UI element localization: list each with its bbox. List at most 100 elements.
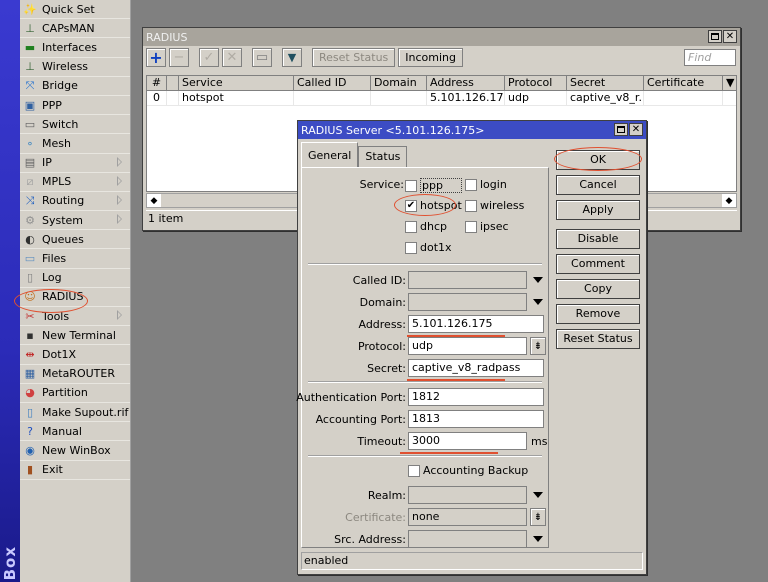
domain-row: Domain: [302,293,548,313]
scroll-left-button[interactable]: ◆ [147,194,161,207]
comment-button[interactable]: ▭ [252,47,272,67]
called-id-dropdown-icon[interactable] [533,277,543,283]
cancel-button[interactable]: Cancel [556,175,640,195]
sidebar-item-quick-set[interactable]: ✨ Quick Set [20,0,130,20]
service-wireless[interactable]: wireless [465,199,524,212]
sidebar-item-exit[interactable]: ▮ Exit [20,461,130,480]
enable-button[interactable]: ✓ [199,47,219,67]
timeout-input[interactable]: 3000 [408,432,527,450]
radius-window-titlebar[interactable]: RADIUS ✕ [143,28,740,46]
sidebar-item-radius[interactable]: ☺ RADIUS [20,288,130,307]
sidebar-item-queues[interactable]: ◐ Queues [20,230,130,250]
sidebar-item-bridge[interactable]: ⤧ Bridge [20,77,130,96]
domain-dropdown-icon[interactable] [533,299,543,305]
find-input[interactable]: Find [684,49,736,66]
dialog-close-button[interactable]: ✕ [629,123,643,136]
remove-button[interactable]: − [169,47,189,67]
column-menu-button[interactable]: ▼ [723,76,736,90]
reset-status-button[interactable]: Reset Status [312,47,396,67]
service-dhcp[interactable]: dhcp [405,220,447,233]
reset-status-button[interactable]: Reset Status [556,329,640,349]
sidebar-item-capsman[interactable]: ⊥ CAPsMAN [20,19,130,39]
called-id-input[interactable] [408,271,527,289]
cell-flags [167,91,179,105]
apply-button[interactable]: Apply [556,200,640,220]
dialog-maximize-button[interactable] [614,123,628,136]
ppp-checkbox[interactable] [405,179,417,192]
column-header-service[interactable]: Service [179,76,294,90]
realm-input[interactable] [408,486,527,504]
sidebar-item-routing[interactable]: ⤨ Routing [20,192,130,212]
sidebar-item-mpls[interactable]: ⧄ MPLS [20,173,130,192]
src-address-dropdown-icon[interactable] [533,536,543,542]
dialog-titlebar[interactable]: RADIUS Server <5.101.126.175> ✕ [298,121,646,139]
sidebar-item-ip[interactable]: ▤ IP [20,154,130,173]
column-header-called-id[interactable]: Called ID [294,76,371,90]
sidebar-item-new-winbox[interactable]: ◉ New WinBox [20,441,130,461]
sidebar-item-system[interactable]: ⚙ System [20,211,130,231]
ipsec-checkbox[interactable] [465,220,477,233]
maximize-button[interactable] [708,30,722,43]
column-header-number[interactable]: # [147,76,167,90]
wireless-checkbox[interactable] [465,199,477,212]
dot1x-checkbox[interactable] [405,241,417,254]
log-icon: ▯ [26,271,34,285]
sidebar-item-label: New Terminal [42,328,116,342]
service-dot1x[interactable]: dot1x [405,241,452,254]
column-header-address[interactable]: Address [427,76,505,90]
secret-input[interactable]: captive_v8_radpass [408,359,544,377]
disable-button[interactable]: ✕ [222,47,242,67]
acct-port-input[interactable]: 1813 [408,410,544,428]
address-input[interactable]: 5.101.126.175 [408,315,544,333]
sidebar-item-dot1x[interactable]: ⇹ Dot1X [20,345,130,365]
sidebar-item-interfaces[interactable]: ▬ Interfaces [20,38,130,58]
column-header-domain[interactable]: Domain [371,76,427,90]
login-checkbox[interactable] [465,178,477,191]
add-button[interactable]: + [146,47,166,67]
dhcp-checkbox[interactable] [405,220,417,233]
sidebar-item-tools[interactable]: ✂ Tools [20,307,130,327]
accounting-backup-option[interactable]: Accounting Backup [408,464,528,477]
sidebar-item-wireless[interactable]: ⊥ Wireless [20,58,130,77]
sidebar-item-switch[interactable]: ▭ Switch [20,115,130,135]
sidebar-item-files[interactable]: ▭ Files [20,249,130,269]
realm-dropdown-icon[interactable] [533,492,543,498]
protocol-dropdown-button[interactable]: ⇟ [530,337,546,355]
auth-port-input[interactable]: 1812 [408,388,544,406]
scroll-right-button[interactable]: ◆ [722,194,736,207]
filter-button[interactable]: ▼ [282,47,302,67]
sidebar-item-manual[interactable]: ? Manual [20,422,130,442]
secret-label: Secret: [367,362,406,375]
protocol-select[interactable]: udp [408,337,527,355]
sidebar-item-make-supout-rif[interactable]: ▯ Make Supout.rif [20,403,130,423]
certificate-select[interactable]: none [408,508,527,526]
tab-status[interactable]: Status [358,146,408,168]
accounting-backup-checkbox[interactable] [408,464,420,477]
copy-button[interactable]: Copy [556,279,640,299]
sidebar-item-partition[interactable]: ◕ Partition [20,384,130,403]
service-ipsec[interactable]: ipsec [465,220,509,233]
table-row[interactable]: 0 hotspot 5.101.126.175 udp captive_v8_r… [147,91,736,106]
sidebar-item-log[interactable]: ▯ Log [20,269,130,288]
service-ppp[interactable]: ppp [405,178,462,193]
column-header-flags[interactable] [167,76,179,90]
service-login[interactable]: login [465,178,507,191]
close-button[interactable]: ✕ [723,30,737,43]
sidebar-item-metarouter[interactable]: ▦ MetaROUTER [20,365,130,384]
domain-input[interactable] [408,293,527,311]
column-header-certificate[interactable]: Certificate [644,76,723,90]
maximize-icon [617,126,625,133]
sidebar-item-ppp[interactable]: ▣ PPP [20,96,130,116]
disable-button[interactable]: Disable [556,229,640,249]
sidebar-item-new-terminal[interactable]: ▪ New Terminal [20,326,130,346]
sidebar-item-label: Log [42,271,62,285]
tab-general[interactable]: General [301,142,359,167]
incoming-button[interactable]: Incoming [398,47,464,67]
sidebar-item-mesh[interactable]: ∘ Mesh [20,134,130,154]
comment-button[interactable]: Comment [556,254,640,274]
column-header-secret[interactable]: Secret [567,76,644,90]
column-header-protocol[interactable]: Protocol [505,76,567,90]
remove-button[interactable]: Remove [556,304,640,324]
src-address-input[interactable] [408,530,527,548]
certificate-dropdown-button[interactable]: ⇟ [530,508,546,526]
